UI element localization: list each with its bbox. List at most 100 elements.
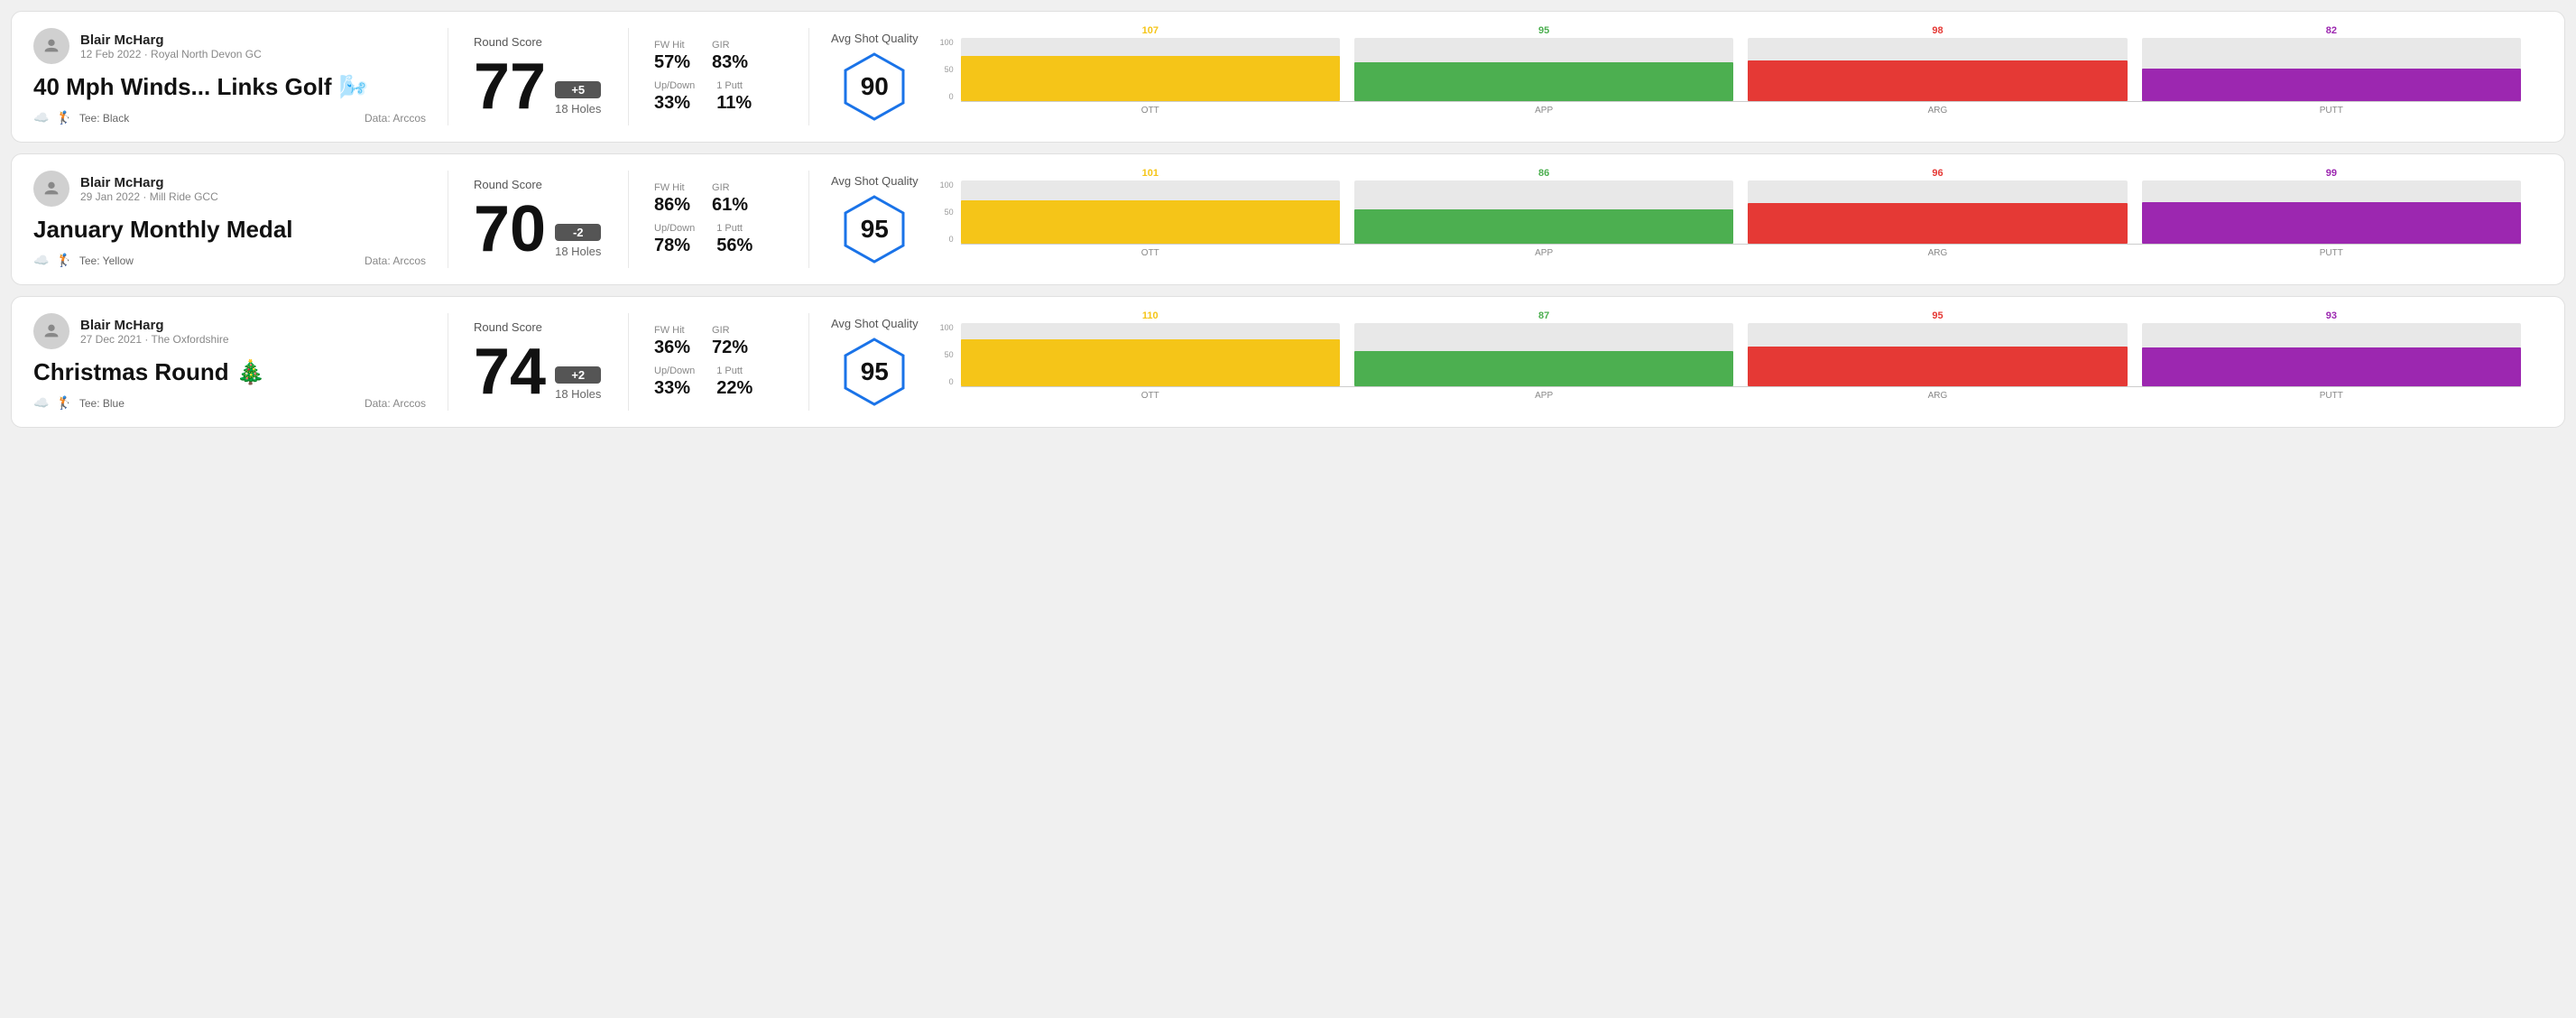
chart-body: 107 95 98 82 <box>961 38 2521 116</box>
stats-row-top: FW Hit 86% GIR 61% <box>654 182 783 216</box>
weather-icon: ☁️ <box>33 395 49 411</box>
chart-area: 100 50 0 101 86 <box>940 180 2521 258</box>
bar-wrapper-ott <box>961 180 1340 244</box>
bottom-row: ☁️ 🏌️ Tee: Blue Data: Arccos <box>33 395 426 411</box>
title-emoji: 🎄 <box>236 358 265 386</box>
data-source: Data: Arccos <box>365 112 426 125</box>
bar-bg <box>961 38 1340 101</box>
gir-label: GIR <box>712 325 748 336</box>
round-card-2: Blair McHarg 29 Jan 2022 · Mill Ride GCC… <box>11 153 2565 285</box>
bar-col-putt: 99 <box>2142 168 2521 244</box>
gir-label: GIR <box>712 40 748 51</box>
round-title: January Monthly Medal <box>33 216 426 244</box>
score-section: Round Score 77 +5 18 Holes <box>448 28 629 125</box>
score-badge-holes: +5 18 Holes <box>555 81 601 119</box>
user-info: Blair McHarg 27 Dec 2021 · The Oxfordshi… <box>80 318 229 346</box>
bar-wrapper-app <box>1354 323 1733 386</box>
bar-wrapper-arg <box>1748 38 2127 101</box>
data-source: Data: Arccos <box>365 397 426 410</box>
updown-stat: Up/Down 33% <box>654 366 695 399</box>
axis-label-ott: OTT <box>961 248 1340 258</box>
bar-col-app: 87 <box>1354 310 1733 386</box>
chart-area: 100 50 0 107 95 <box>940 38 2521 116</box>
bar-value-app: 95 <box>1538 25 1549 36</box>
stats-row-top: FW Hit 57% GIR 83% <box>654 40 783 73</box>
hexagon-score: 90 <box>861 72 889 101</box>
round-score-label: Round Score <box>474 320 603 334</box>
axis-label-ott: OTT <box>961 391 1340 401</box>
stats-section: FW Hit 36% GIR 72% Up/Down 33% 1 Putt 22… <box>629 313 809 411</box>
bar-bg <box>961 323 1340 386</box>
fw-hit-label: FW Hit <box>654 182 690 193</box>
axis-label-app: APP <box>1354 248 1733 258</box>
score-badge-holes: -2 18 Holes <box>555 224 601 262</box>
avatar <box>33 28 69 64</box>
bar-wrapper-putt <box>2142 323 2521 386</box>
axis-label-app: APP <box>1354 391 1733 401</box>
user-row: Blair McHarg 12 Feb 2022 · Royal North D… <box>33 28 426 64</box>
data-source: Data: Arccos <box>365 255 426 267</box>
bar-col-ott: 107 <box>961 25 1340 101</box>
golf-bag-icon: 🏌️ <box>56 110 71 125</box>
bar-bg <box>1354 180 1733 244</box>
updown-stat: Up/Down 33% <box>654 80 695 114</box>
bar-value-ott: 107 <box>1142 25 1159 36</box>
fw-hit-value: 36% <box>654 338 690 358</box>
round-title: 40 Mph Winds... Links Golf 🌬️ <box>33 73 426 101</box>
bar-fill <box>1354 351 1733 386</box>
score-badge: -2 <box>555 224 601 241</box>
chart-body: 101 86 96 99 <box>961 180 2521 258</box>
y-axis: 100 50 0 <box>940 38 957 101</box>
bottom-row: ☁️ 🏌️ Tee: Yellow Data: Arccos <box>33 253 426 268</box>
bar-fill <box>2142 347 2521 386</box>
bar-col-putt: 93 <box>2142 310 2521 386</box>
gir-stat: GIR 61% <box>712 182 748 216</box>
gir-label: GIR <box>712 182 748 193</box>
updown-label: Up/Down <box>654 80 695 91</box>
score-number: 74 <box>474 339 546 404</box>
hexagon-container: Avg Shot Quality 95 <box>831 174 919 265</box>
bar-value-ott: 101 <box>1142 168 1159 179</box>
bar-col-app: 95 <box>1354 25 1733 101</box>
y-axis: 100 50 0 <box>940 180 957 244</box>
tee-label: Tee: Yellow <box>79 255 134 267</box>
round-title: Christmas Round 🎄 <box>33 358 426 386</box>
score-badge: +2 <box>555 366 601 384</box>
score-badge: +5 <box>555 81 601 98</box>
holes-text: 18 Holes <box>555 387 601 401</box>
axis-label-ott: OTT <box>961 106 1340 116</box>
bar-wrapper-app <box>1354 180 1733 244</box>
axis-labels: OTTAPPARGPUTT <box>961 391 2521 401</box>
chart-bars-row: 101 86 96 99 <box>961 180 2521 244</box>
score-badge-holes: +2 18 Holes <box>555 366 601 404</box>
updown-label: Up/Down <box>654 366 695 376</box>
title-emoji: 🌬️ <box>339 73 368 101</box>
holes-text: 18 Holes <box>555 102 601 116</box>
score-section: Round Score 74 +2 18 Holes <box>448 313 629 411</box>
one-putt-value: 56% <box>716 236 752 256</box>
bar-bg <box>2142 38 2521 101</box>
user-date: 29 Jan 2022 · Mill Ride GCC <box>80 190 218 203</box>
round-score-label: Round Score <box>474 35 603 49</box>
chart-bars-row: 110 87 95 93 <box>961 323 2521 386</box>
fw-hit-label: FW Hit <box>654 40 690 51</box>
tee-info: ☁️ 🏌️ Tee: Yellow <box>33 253 134 268</box>
bar-wrapper-arg <box>1748 323 2127 386</box>
bar-fill <box>961 200 1340 244</box>
fw-hit-stat: FW Hit 86% <box>654 182 690 216</box>
bar-fill <box>2142 69 2521 101</box>
tee-label: Tee: Blue <box>79 397 125 410</box>
stats-row-bottom: Up/Down 33% 1 Putt 22% <box>654 366 783 399</box>
axis-label-putt: PUTT <box>2142 106 2521 116</box>
bar-bg <box>1748 323 2127 386</box>
bar-bg <box>1748 180 2127 244</box>
bar-chart: 100 50 0 101 86 <box>940 180 2521 258</box>
bar-value-app: 87 <box>1538 310 1549 321</box>
bar-fill <box>2142 202 2521 244</box>
bar-wrapper-arg <box>1748 180 2127 244</box>
one-putt-label: 1 Putt <box>716 223 752 234</box>
chart-bars-row: 107 95 98 82 <box>961 38 2521 101</box>
score-section: Round Score 70 -2 18 Holes <box>448 171 629 268</box>
bar-bg <box>2142 323 2521 386</box>
chart-axis: OTTAPPARGPUTT <box>961 244 2521 258</box>
